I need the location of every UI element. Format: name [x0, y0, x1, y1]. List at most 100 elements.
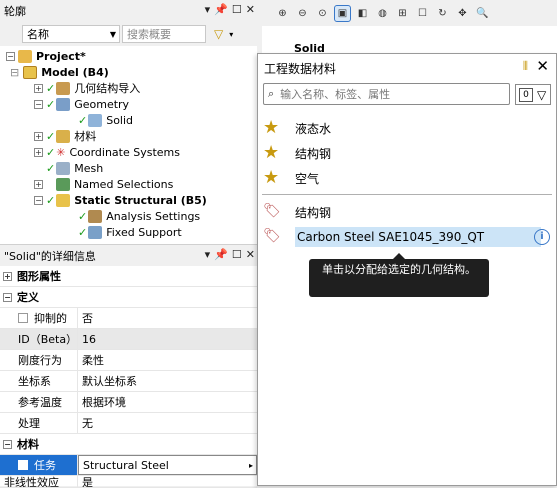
- favorite-material-item[interactable]: ★ 液态水: [258, 115, 556, 141]
- section-material[interactable]: − 材料: [0, 434, 257, 455]
- tree-item-analysis-settings[interactable]: ✓ Analysis Settings: [78, 208, 200, 224]
- tree-item-named-selections[interactable]: + Named Selections: [34, 176, 173, 192]
- check-icon: ✓: [78, 225, 88, 239]
- check-icon: ✓: [46, 193, 56, 207]
- dropdown-icon[interactable]: ▾: [205, 248, 211, 261]
- row-value: Structural Steel: [83, 458, 169, 472]
- outline-search-placeholder: 搜索概要: [127, 28, 171, 41]
- maximize-icon[interactable]: ☐: [232, 248, 242, 261]
- details-title: "Solid"的详细信息: [4, 249, 96, 263]
- section-graphics[interactable]: + 图形属性: [0, 266, 257, 287]
- row-value: 16: [82, 332, 96, 346]
- zoom-in-icon[interactable]: ⊕: [274, 5, 291, 22]
- library-material-item[interactable]: 🏷 结构钢: [258, 199, 556, 225]
- pan-icon[interactable]: ✥: [454, 5, 471, 22]
- columns-icon[interactable]: ⦀: [523, 59, 528, 74]
- maximize-icon[interactable]: ☐: [232, 3, 242, 16]
- close-icon[interactable]: ✕: [246, 3, 255, 16]
- dropdown-arrow-icon[interactable]: ▸: [249, 461, 253, 470]
- tree-item-geometry-import[interactable]: + ✓ 几何结构导入: [34, 80, 140, 96]
- details-row-reference-temp[interactable]: 参考温度 根据环境: [0, 392, 257, 413]
- tree-item-label: Solid: [106, 113, 134, 127]
- filter-funnel-icon[interactable]: ▽: [214, 27, 223, 41]
- row-value: 无: [82, 417, 93, 430]
- section-definition[interactable]: − 定义: [0, 287, 257, 308]
- row-value: 否: [82, 312, 93, 325]
- details-row-treatment[interactable]: 处理 无: [0, 413, 257, 434]
- details-row-id[interactable]: ID（Beta） 16: [0, 329, 257, 350]
- details-row-nonlinear[interactable]: 非线性效应 是: [0, 476, 257, 488]
- filter-button[interactable]: 0 ▽: [515, 84, 551, 105]
- box-select-icon[interactable]: ⊞: [394, 5, 411, 22]
- tree-item-fixed-support[interactable]: ✓ Fixed Support: [78, 224, 182, 240]
- check-icon: ✓: [46, 145, 56, 159]
- tree-item-geometry[interactable]: − ✓ Geometry: [34, 96, 129, 112]
- star-icon: ★: [263, 167, 280, 188]
- details-row-coordinate-system[interactable]: 坐标系 默认坐标系: [0, 371, 257, 392]
- filter-type-label: 名称: [27, 28, 49, 41]
- assign-tooltip: 单击以分配给选定的几何结构。: [309, 253, 489, 297]
- outline-header: 轮廓 ▾ 📌 ☐ ✕: [0, 0, 257, 22]
- details-row-stiffness[interactable]: 刚度行为 柔性: [0, 350, 257, 371]
- window-icon[interactable]: ☐: [414, 5, 431, 22]
- favorite-material-item[interactable]: ★ 结构钢: [258, 140, 556, 166]
- row-value: 默认坐标系: [82, 375, 137, 388]
- tree-item-materials[interactable]: + ✓ 材料: [34, 128, 96, 144]
- library-material-item[interactable]: 🏷 Carbon Steel SAE1045_390_QT i: [258, 224, 556, 250]
- details-row-assignment[interactable]: 任务 Structural Steel ▸: [0, 455, 257, 476]
- collapse-icon[interactable]: −: [6, 51, 15, 61]
- outline-search-input[interactable]: 搜索概要: [122, 25, 206, 43]
- solid-body-icon: [88, 113, 103, 127]
- details-row-suppressed[interactable]: 抑制的 否: [0, 308, 257, 329]
- chevron-down-icon: ▼: [109, 29, 116, 39]
- zoom-out-icon[interactable]: ⊖: [294, 5, 311, 22]
- row-key: 参考温度: [0, 392, 78, 412]
- collapse-icon[interactable]: −: [34, 99, 43, 109]
- filter-type-combo[interactable]: 名称 ▼: [22, 25, 120, 43]
- section-label: 材料: [17, 438, 39, 451]
- tree-item-solid[interactable]: ✓ Solid: [78, 112, 133, 128]
- check-icon: ✓: [46, 161, 56, 175]
- dropdown-icon[interactable]: ▾: [205, 3, 211, 16]
- expand-icon[interactable]: +: [34, 131, 43, 141]
- row-value: 根据环境: [82, 396, 126, 409]
- chevron-down-icon[interactable]: ▾: [229, 30, 233, 39]
- zoom-fit-icon[interactable]: ⊙: [314, 5, 331, 22]
- collapse-icon[interactable]: −: [34, 195, 43, 205]
- tree-item-model[interactable]: ⊟ Model (B4): [10, 64, 109, 80]
- face-select-icon[interactable]: ◧: [354, 5, 371, 22]
- checkbox[interactable]: [18, 460, 28, 470]
- tree-item-mesh[interactable]: ✓ Mesh: [46, 160, 103, 176]
- analysis-settings-icon: [88, 209, 103, 223]
- close-icon[interactable]: ✕: [536, 57, 549, 75]
- expand-icon[interactable]: +: [34, 83, 43, 93]
- body-select-icon[interactable]: ▣: [334, 4, 351, 22]
- section-label: 图形属性: [17, 270, 61, 283]
- pin-icon[interactable]: 📌: [214, 248, 228, 261]
- info-icon[interactable]: i: [534, 229, 550, 245]
- tree-item-label: Coordinate Systems: [69, 145, 180, 159]
- expand-icon[interactable]: +: [34, 179, 43, 189]
- material-assignment-field[interactable]: Structural Steel ▸: [78, 455, 257, 475]
- favorite-material-item[interactable]: ★ 空气: [258, 165, 556, 191]
- material-icon[interactable]: ◍: [374, 5, 391, 22]
- material-search-input[interactable]: ⌕ 输入名称、标签、属性: [263, 83, 510, 105]
- tree-item-coordinate-systems[interactable]: + ✓ ✳ Coordinate Systems: [34, 144, 180, 160]
- rotate-icon[interactable]: ↻: [434, 5, 451, 22]
- close-icon[interactable]: ✕: [246, 248, 255, 261]
- material-label: 空气: [295, 171, 320, 186]
- row-key: 坐标系: [0, 371, 78, 391]
- tree-item-label: Static Structural (B5): [74, 193, 207, 207]
- row-key: ID（Beta）: [0, 329, 78, 349]
- named-selections-icon: [56, 177, 70, 191]
- checkbox[interactable]: [18, 313, 28, 323]
- expand-icon[interactable]: +: [34, 147, 43, 157]
- zoom-icon[interactable]: 🔍: [474, 5, 491, 22]
- graphics-toolbar: ⊕ ⊖ ⊙ ▣ ◧ ◍ ⊞ ☐ ↻ ✥ 🔍: [268, 0, 557, 26]
- model-icon: [23, 65, 38, 79]
- pin-icon[interactable]: 📌: [214, 3, 228, 16]
- filter-count: 0: [519, 87, 533, 102]
- coordinate-axes-icon: ✳: [56, 145, 66, 159]
- tree-item-static-structural[interactable]: − ✓ Static Structural (B5): [34, 192, 207, 208]
- tree-item-project[interactable]: − Project*: [6, 48, 86, 64]
